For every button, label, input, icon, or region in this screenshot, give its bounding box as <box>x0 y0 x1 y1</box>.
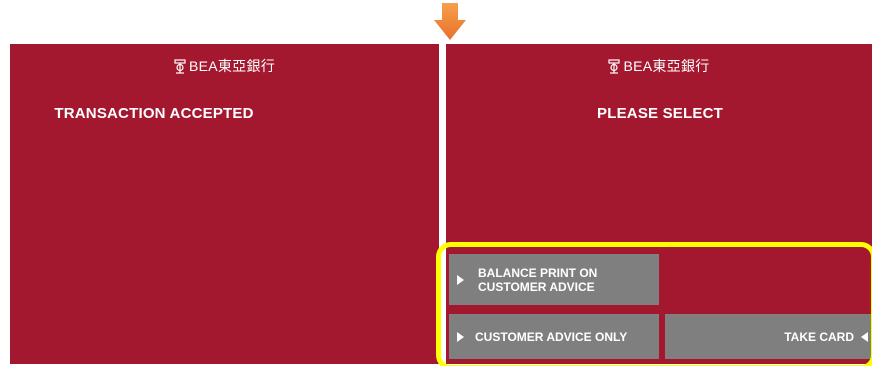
screen-heading: PLEASE SELECT <box>597 105 723 122</box>
balance-print-on-customer-advice-button[interactable]: BALANCE PRINT ON CUSTOMER ADVICE <box>449 254 659 305</box>
atm-flow-stage: BEA東亞銀行 TRANSACTION ACCEPTED BEA東亞銀行 PLE… <box>0 0 872 366</box>
bank-name: BEA東亞銀行 <box>188 58 276 74</box>
customer-advice-only-button[interactable]: CUSTOMER ADVICE ONLY <box>449 314 659 359</box>
atm-screen-please-select: BEA東亞銀行 PLEASE SELECT BALANCE PRINT ON C… <box>446 44 872 364</box>
bea-seal-icon <box>608 59 621 74</box>
take-card-button[interactable]: TAKE CARD <box>665 314 871 359</box>
triangle-right-icon <box>457 332 464 342</box>
button-label: BALANCE PRINT ON CUSTOMER ADVICE <box>478 266 653 294</box>
button-label: CUSTOMER ADVICE ONLY <box>475 330 628 344</box>
triangle-left-icon <box>861 332 868 342</box>
bea-seal-icon <box>174 59 186 74</box>
triangle-right-icon <box>457 275 464 285</box>
down-arrow-icon <box>434 3 466 40</box>
bank-name: BEA東亞銀行 <box>623 58 710 74</box>
button-label: TAKE CARD <box>784 330 854 344</box>
bank-logo: BEA東亞銀行 <box>10 56 439 76</box>
atm-screen-transaction-accepted: BEA東亞銀行 TRANSACTION ACCEPTED <box>10 44 439 364</box>
label-line-1: BALANCE PRINT ON <box>478 266 598 280</box>
bank-logo: BEA東亞銀行 <box>446 56 872 76</box>
label-line-2: CUSTOMER ADVICE <box>478 280 595 294</box>
screen-heading: TRANSACTION ACCEPTED <box>54 105 254 122</box>
